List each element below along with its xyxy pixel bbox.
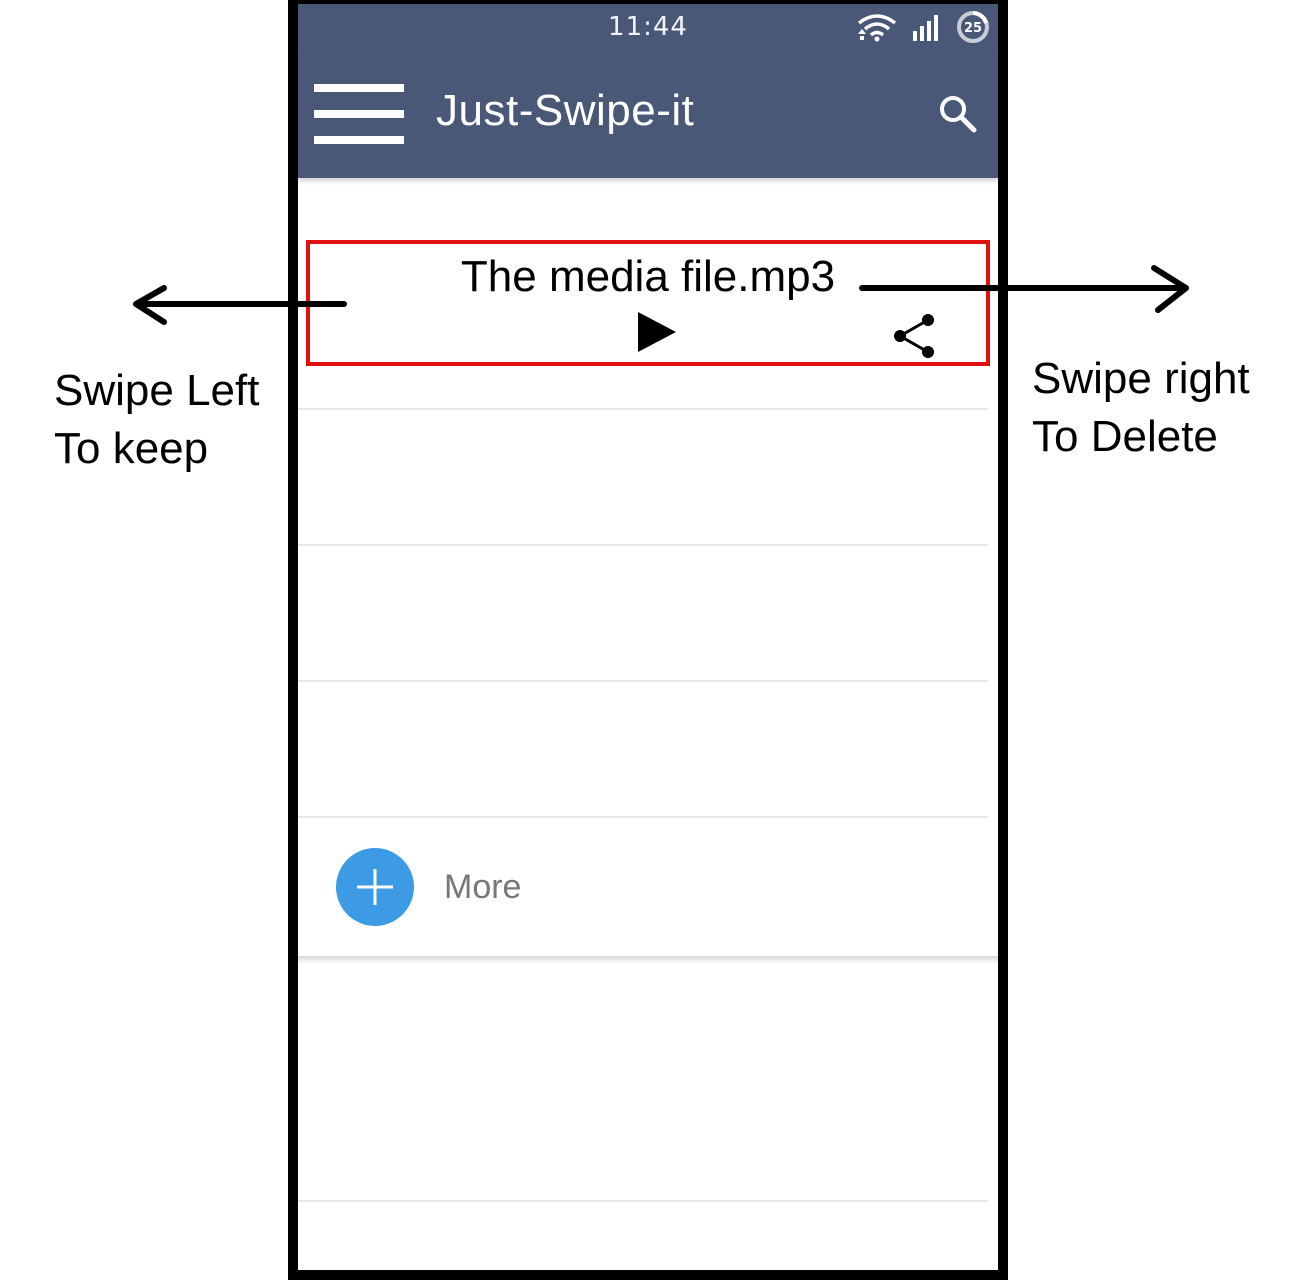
swipe-right-line2: To Delete: [1032, 412, 1218, 461]
swipe-right-annotation: Swipe right To Delete: [1032, 350, 1250, 466]
hamburger-menu-icon[interactable]: [314, 84, 404, 148]
list-divider: [298, 544, 988, 546]
signal-icon: [913, 15, 938, 41]
section-shadow: [298, 956, 998, 964]
swipe-left-arrow: [133, 285, 347, 325]
swipe-left-line1: Swipe Left: [54, 366, 260, 415]
battery-level: 25: [964, 21, 982, 36]
more-button[interactable]: More: [298, 818, 998, 956]
phone-frame: 11:44 25 Just-Swipe-it The media file.mp…: [288, 0, 1008, 1280]
swipe-left-line2: To keep: [54, 424, 209, 473]
app-title: Just-Swipe-it: [436, 86, 695, 135]
search-icon[interactable]: [938, 94, 978, 134]
wifi-icon: [857, 14, 897, 42]
status-icons: 25: [856, 10, 990, 44]
app-bar: Just-Swipe-it: [298, 50, 998, 178]
share-icon[interactable]: [890, 310, 942, 362]
status-bar: 11:44 25: [298, 4, 998, 50]
swipe-left-annotation: Swipe Left To keep: [54, 362, 259, 478]
list-divider: [298, 408, 988, 410]
battery-icon: 25: [957, 11, 989, 43]
more-label: More: [444, 868, 522, 906]
more-fab[interactable]: [336, 848, 414, 926]
plus-icon: [357, 869, 393, 905]
swipe-right-arrow: [859, 265, 1189, 313]
list-divider: [298, 1200, 988, 1202]
swipe-right-line1: Swipe right: [1032, 354, 1250, 403]
play-icon[interactable]: [636, 310, 680, 354]
list-divider: [298, 680, 988, 682]
